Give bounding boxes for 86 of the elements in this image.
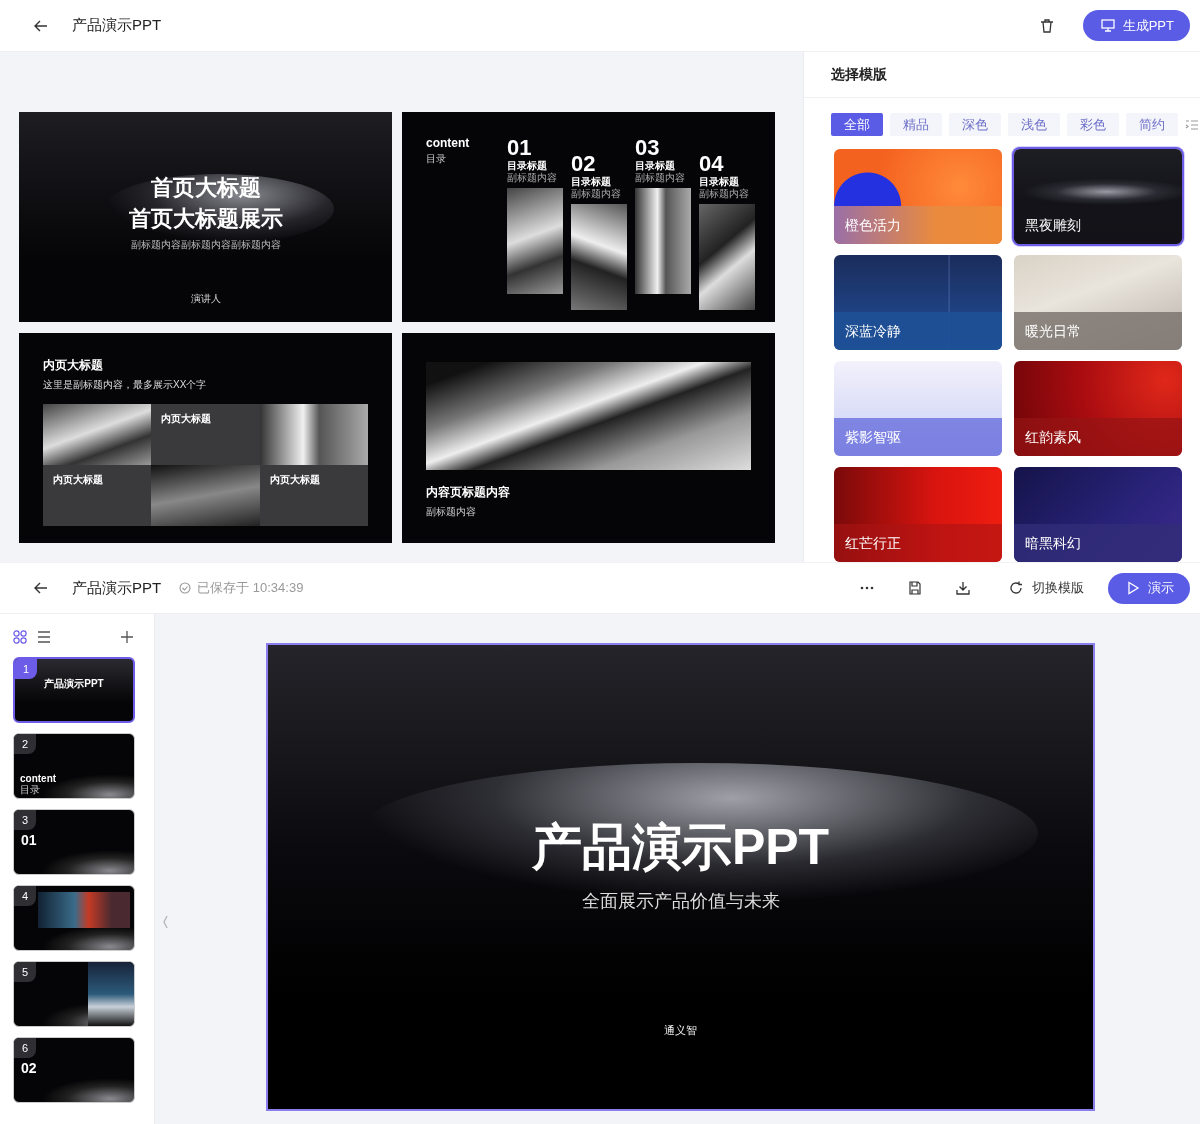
filter-tab[interactable]: 简约	[1126, 113, 1178, 136]
slide-thumbnail[interactable]: 6 02	[13, 1037, 135, 1103]
slide-subtitle: 副标题内容	[426, 505, 477, 519]
back-arrow-icon	[33, 582, 47, 594]
monitor-icon	[1100, 19, 1115, 32]
template-card[interactable]: 深蓝冷静	[834, 255, 1002, 350]
add-slide-icon[interactable]	[120, 630, 134, 644]
slide-number: 2	[14, 734, 36, 754]
play-icon	[1126, 581, 1140, 595]
slide-title: 首页大标题	[150, 174, 261, 202]
template-name: 橙色活力	[834, 206, 1002, 244]
section-title: 目录标题	[699, 176, 740, 188]
filter-tab[interactable]: 精品	[890, 113, 942, 136]
section-number: 04	[699, 152, 725, 176]
refresh-icon	[1009, 581, 1023, 595]
template-name: 暗黑科幻	[1014, 524, 1182, 562]
filter-tab[interactable]: 浅色	[1008, 113, 1060, 136]
filter-tab[interactable]: 全部	[831, 113, 883, 136]
template-name: 深蓝冷静	[834, 312, 1002, 350]
template-card[interactable]: 红韵素风	[1014, 361, 1182, 456]
slide-footer-text: 通义智	[664, 1023, 697, 1038]
slide-title: 内页大标题	[43, 357, 104, 374]
block-heading: 内页大标题	[53, 473, 104, 487]
slide-number: 5	[14, 962, 36, 982]
thumbnail-title: 产品演示PPT	[44, 677, 104, 691]
presenter-label: 演讲人	[190, 292, 221, 306]
save-icon	[908, 581, 922, 595]
collapse-handle-icon[interactable]	[162, 915, 169, 929]
section-title: 目录标题	[571, 176, 612, 188]
illustration-placeholder	[88, 962, 134, 1026]
back-arrow-icon	[33, 19, 47, 32]
template-name: 暖光日常	[1014, 312, 1182, 350]
section-subtitle: 副标题内容	[571, 188, 622, 200]
template-name: 紫影智驱	[834, 418, 1002, 456]
slide-thumbnail[interactable]: 3 01	[13, 809, 135, 875]
filter-tab[interactable]: 彩色	[1067, 113, 1119, 136]
slide-title: 内容页标题内容	[426, 484, 511, 501]
slide-thumbnail[interactable]: 5	[13, 961, 135, 1027]
generate-button[interactable]: 生成PPT	[1082, 10, 1190, 41]
section-number: 02	[571, 152, 597, 176]
slide-thumbnail[interactable]: 2 content 目录	[13, 733, 135, 799]
document-title: 产品演示PPT	[72, 16, 162, 35]
section-subtitle: 副标题内容	[699, 188, 750, 200]
filter-tab[interactable]: 深色	[949, 113, 1001, 136]
template-card[interactable]: 暗黑科幻	[1014, 467, 1182, 562]
block-heading: 内页大标题	[161, 412, 213, 426]
thumbnail-subtitle: 目录	[20, 784, 41, 795]
slide-subtitle: 全面展示产品价值与未来	[581, 890, 780, 913]
section-number: 03	[635, 136, 661, 160]
slide-number: 4	[14, 886, 36, 906]
template-name: 红芒行正	[834, 524, 1002, 562]
slide-number: 3	[14, 810, 36, 830]
slide-title: 首页大标题展示	[128, 205, 283, 233]
template-name: 红韵素风	[1014, 418, 1182, 456]
slide-thumbnail[interactable]: 4	[13, 885, 135, 951]
thumbnail-title: 02	[21, 1060, 37, 1076]
template-card[interactable]: 红芒行正	[834, 467, 1002, 562]
template-card[interactable]: 黑夜雕刻	[1014, 149, 1182, 244]
trash-icon	[1039, 18, 1054, 33]
slide-thumbnail[interactable]: 1 产品演示PPT	[13, 657, 135, 723]
section-title: 目录标题	[635, 160, 676, 172]
section-subtitle: 副标题内容	[635, 172, 686, 184]
grid-view-icon[interactable]	[13, 630, 27, 644]
document-title: 产品演示PPT	[72, 578, 162, 598]
slide-subtitle: 这里是副标题内容，最多展示XX个字	[43, 378, 208, 392]
panel-title: 选择模版	[831, 65, 887, 84]
section-title: 目录标题	[507, 160, 548, 172]
present-button[interactable]: 演示	[1108, 572, 1190, 604]
template-card[interactable]: 暖光日常	[1014, 255, 1182, 350]
download-icon	[956, 581, 970, 595]
save-status: 已保存于 10:34:39	[197, 579, 304, 597]
block-heading: 内页大标题	[269, 473, 321, 487]
slide-heading: content	[426, 136, 471, 150]
section-number: 01	[507, 136, 533, 160]
slide-number: 1	[15, 659, 37, 679]
list-view-icon[interactable]	[37, 630, 51, 644]
slide-subheading: 目录	[426, 152, 447, 166]
section-subtitle: 副标题内容	[507, 172, 558, 184]
thumbnail-title: content	[20, 773, 57, 784]
switch-template-button[interactable]: 切换模版	[997, 573, 1096, 603]
template-card[interactable]: 橙色活力	[834, 149, 1002, 244]
slide-number: 6	[14, 1038, 36, 1058]
slide-subtitle: 副标题内容副标题内容副标题内容	[130, 238, 281, 252]
slide-title: 产品演示PPT	[531, 818, 830, 877]
check-circle-icon	[179, 582, 192, 594]
thumbnail-title: 01	[21, 832, 37, 848]
